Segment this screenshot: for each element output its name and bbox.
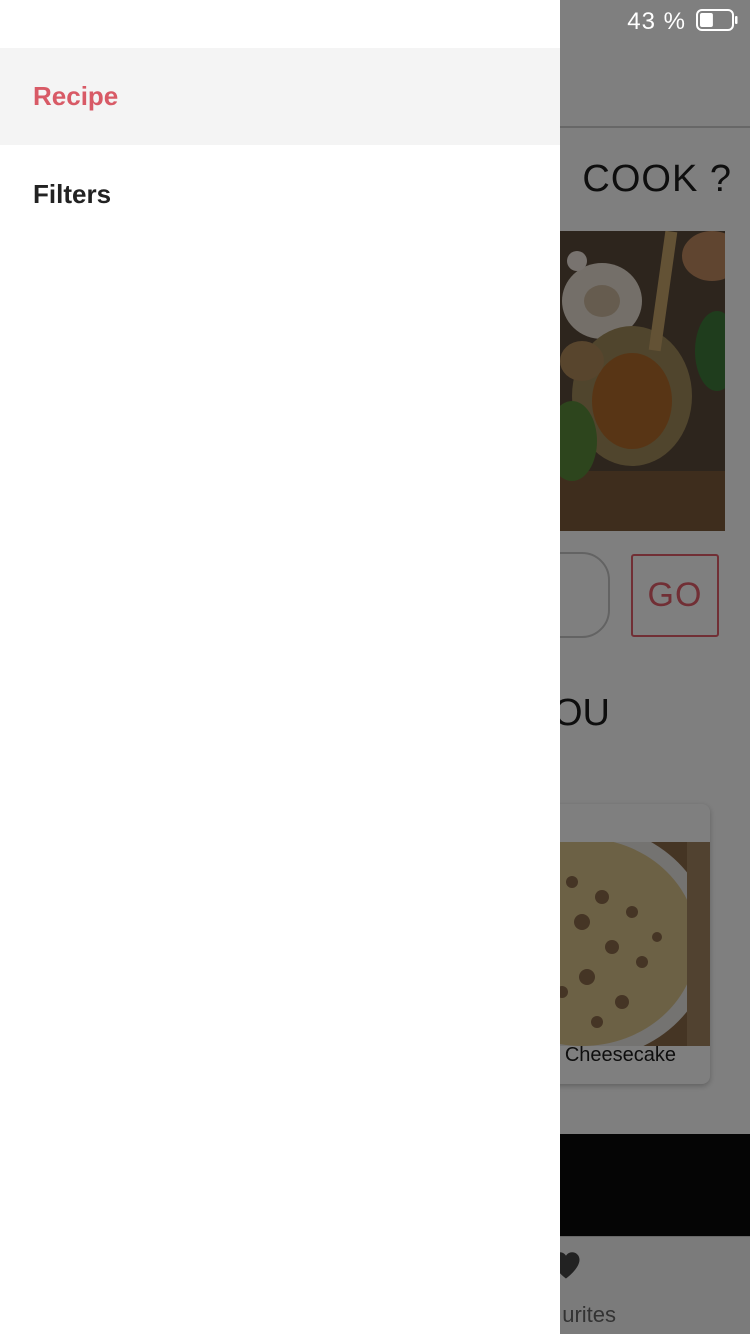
drawer-item-label: Filters	[33, 179, 112, 209]
screen: COOK ? GO OU	[0, 0, 750, 1334]
status-bar: 43 %	[0, 0, 750, 40]
drawer-item-filters[interactable]: Filters	[0, 146, 560, 243]
drawer-item-label: Recipe	[33, 81, 119, 111]
battery-percent: 43 %	[627, 8, 686, 35]
battery-icon	[696, 9, 738, 31]
navigation-drawer: Recipe Filters	[0, 0, 560, 1334]
drawer-item-recipe[interactable]: Recipe	[0, 48, 560, 145]
